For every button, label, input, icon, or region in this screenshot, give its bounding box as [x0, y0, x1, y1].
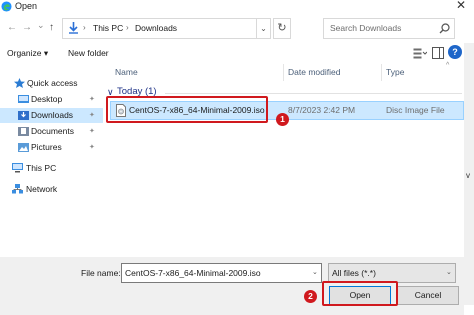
breadcrumb-separator: ›: [126, 23, 129, 32]
pin-icon: ✦: [89, 128, 95, 135]
close-icon[interactable]: ✕: [456, 0, 466, 12]
sidebar-item-desktop[interactable]: Desktop: [31, 94, 62, 105]
file-type-filter-value: All files (*.*): [332, 268, 376, 278]
pane-splitter[interactable]: [104, 60, 105, 260]
column-header-type[interactable]: Type: [386, 67, 404, 78]
search-placeholder: Search Downloads: [330, 23, 402, 33]
pictures-folder-icon: [18, 143, 29, 152]
forward-arrow-icon[interactable]: →: [22, 22, 32, 34]
preview-pane-icon[interactable]: [432, 47, 444, 59]
group-divider: [165, 93, 462, 94]
cancel-button[interactable]: Cancel: [397, 286, 459, 305]
annotation-step-2-badge: 2: [304, 290, 317, 303]
sidebar-item-downloads[interactable]: Downloads: [31, 110, 73, 121]
recent-locations-chevron-icon[interactable]: ⌄: [37, 19, 45, 31]
column-header-row: [108, 62, 464, 82]
background-window-fragment: v: [466, 171, 470, 180]
breadcrumb-separator: ›: [83, 23, 86, 32]
sidebar-item-pictures[interactable]: Pictures: [31, 142, 62, 153]
star-icon: [14, 78, 25, 88]
search-icon: [439, 23, 450, 34]
sidebar-item-network[interactable]: Network: [26, 184, 57, 195]
file-name-chevron-down-icon[interactable]: ⌄: [312, 268, 318, 278]
file-name-value: CentOS-7-x86_64-Minimal-2009.iso: [125, 268, 261, 278]
title-bar: [0, 0, 474, 14]
back-arrow-icon[interactable]: ←: [7, 22, 17, 34]
column-header-date-modified[interactable]: Date modified: [288, 67, 340, 78]
file-date-cell: 8/7/2023 2:42 PM: [288, 105, 356, 115]
help-icon[interactable]: ?: [448, 45, 462, 59]
breadcrumb-this-pc[interactable]: This PC: [93, 23, 123, 34]
column-divider[interactable]: [381, 64, 382, 81]
breadcrumb-downloads[interactable]: Downloads: [135, 23, 177, 34]
sidebar-item-documents[interactable]: Documents: [31, 126, 74, 137]
computer-icon: [12, 163, 23, 173]
column-divider[interactable]: [283, 64, 284, 81]
annotation-highlight-file: [106, 96, 268, 123]
sidebar-item-quick-access[interactable]: Quick access: [27, 78, 78, 89]
edge-app-icon: [1, 1, 12, 12]
filter-chevron-down-icon[interactable]: ⌄: [446, 268, 452, 278]
new-folder-button[interactable]: New folder: [68, 48, 109, 59]
up-arrow-icon[interactable]: ↑: [49, 22, 54, 34]
documents-folder-icon: [18, 127, 29, 136]
organize-button[interactable]: Organize ▾: [7, 48, 48, 59]
annotation-highlight-open: [322, 281, 398, 306]
pin-icon: ✦: [89, 96, 95, 103]
view-options-icon[interactable]: [413, 48, 427, 59]
pin-icon: ✦: [89, 112, 95, 119]
desktop-folder-icon: [18, 95, 29, 103]
column-header-name[interactable]: Name: [115, 67, 138, 78]
annotation-step-1-badge: 1: [276, 113, 289, 126]
file-name-label: File name:: [81, 268, 121, 278]
pin-icon: ✦: [89, 144, 95, 151]
sidebar-item-this-pc[interactable]: This PC: [26, 163, 56, 174]
address-dropdown-chevron-icon[interactable]: ⌄: [257, 18, 271, 39]
refresh-icon[interactable]: ↻: [273, 18, 291, 39]
downloads-folder-icon: [18, 111, 29, 120]
file-type-cell: Disc Image File: [386, 105, 445, 115]
window-title: Open: [15, 1, 38, 11]
download-arrow-icon: [69, 22, 78, 34]
sort-chevron-icon: ^: [446, 62, 450, 69]
network-icon: [12, 184, 23, 194]
